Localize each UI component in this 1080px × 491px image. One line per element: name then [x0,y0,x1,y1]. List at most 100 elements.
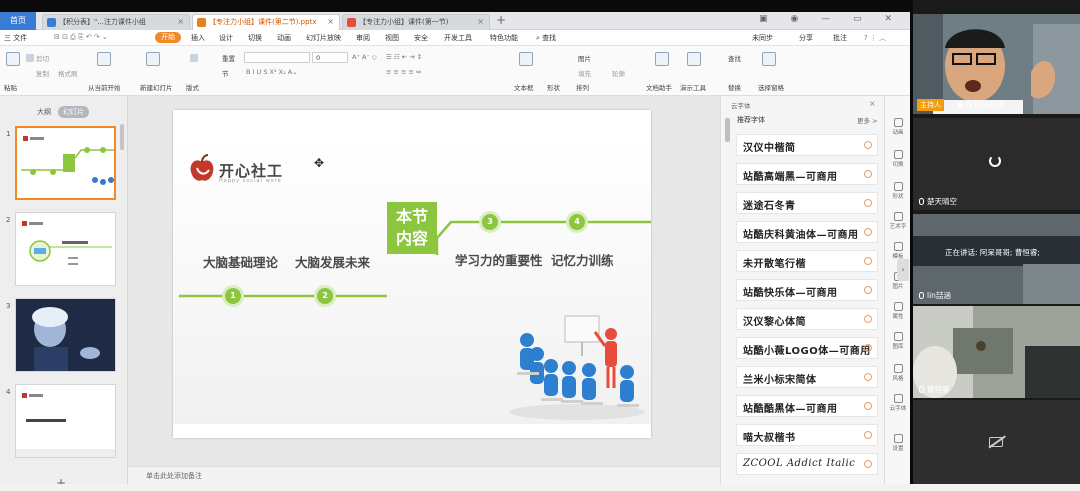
add-tab-button[interactable]: + [496,13,506,27]
share-button[interactable]: 分享 [799,33,813,43]
reset-button[interactable]: 重置 [222,53,235,63]
menu-review[interactable]: 审阅 [356,33,370,43]
presentation-tools-icon[interactable] [687,52,701,66]
font-size-select[interactable]: 0 [312,52,348,63]
tab-outline[interactable]: 大纲 [32,106,56,118]
menu-security[interactable]: 安全 [414,33,428,43]
doc-tab-lesson-2[interactable]: 【专注力小组】课件(第二节).pptx × [192,14,340,30]
side-tool-settings[interactable]: 设置 [885,434,910,452]
video-tile-participant-4[interactable]: 曹恒睿 [913,306,1080,398]
side-tool-cloud-font[interactable]: 云字体 [885,394,910,412]
presentation-tools-button[interactable]: 演示工具 [680,82,706,92]
side-tool-wordart[interactable]: 艺术字 [885,212,910,230]
font-item[interactable]: ZCOOL Addict Italic [736,453,878,475]
font-grow-shrink[interactable]: A⁺ A⁻ ◇ [352,53,377,61]
download-icon[interactable] [864,286,872,294]
font-name-select[interactable] [244,52,310,63]
font-item[interactable]: 站酷酷黑体—可商用 [736,395,878,417]
close-icon[interactable]: × [477,15,484,29]
download-icon[interactable] [864,402,872,410]
copy-button[interactable]: 复制 [36,68,49,78]
download-icon[interactable] [864,460,872,468]
close-icon[interactable]: × [327,15,334,29]
font-item[interactable]: 兰米小标宋简体 [736,366,878,388]
sync-status[interactable]: 未同步 [752,33,773,43]
layout-button[interactable]: 版式 [186,82,199,92]
slide-thumbnail-3[interactable] [15,298,116,372]
picture-button[interactable]: 图片 [578,53,591,63]
menu-slideshow[interactable]: 幻灯片放映 [306,33,341,43]
more-fonts-link[interactable]: 更多 > [857,115,878,125]
window-controls[interactable]: ▣ ◉ — ▭ ✕ [759,14,902,24]
download-icon[interactable] [864,344,872,352]
add-slide-button[interactable]: + [56,476,66,484]
cut-icon[interactable] [26,54,34,62]
paragraph-buttons[interactable]: ☰ ☷ ⇤ ⇥ ↕ [386,53,422,61]
download-icon[interactable] [864,257,872,265]
fill-button[interactable]: 填充 [578,68,591,78]
close-icon[interactable]: × [177,15,184,29]
download-icon[interactable] [864,141,872,149]
doc-tab-lesson-1[interactable]: 【专注力小组】课件(第一节) × [342,14,490,30]
download-icon[interactable] [864,315,872,323]
new-slide-icon[interactable] [146,52,160,66]
side-tool-transition[interactable]: 切换 [885,150,910,168]
close-icon[interactable]: × [869,99,876,108]
font-item[interactable]: 未开散笔行楷 [736,250,878,272]
play-from-current-icon[interactable] [97,52,111,66]
download-icon[interactable] [864,170,872,178]
select-pane-button[interactable]: 选择窗格 [758,82,784,92]
comment-button[interactable]: 批注 [833,33,847,43]
text-format-buttons[interactable]: B I U S X² X₂ A⌄ [246,68,298,76]
menu-transition[interactable]: 切换 [248,33,262,43]
side-tool-animation[interactable]: 动画 [885,118,910,136]
font-item[interactable]: 迷途石冬青 [736,192,878,214]
slide-thumbnail-2[interactable] [15,212,116,286]
font-item[interactable]: 喵大叔楷书 [736,424,878,446]
cut-button[interactable]: 剪切 [36,53,49,63]
new-slide-button[interactable]: 新建幻灯片 [140,82,173,92]
tab-slides[interactable]: 幻灯片 [58,106,89,118]
font-item[interactable]: 汉仪中楷简 [736,134,878,156]
section-button[interactable]: 节 [222,68,229,78]
replace-button[interactable]: 替换 [728,82,741,92]
notes-bar[interactable]: 单击此处添加备注 [128,466,720,484]
find-button[interactable]: 查找 [728,53,741,63]
font-item[interactable]: 汉仪黎心体简 [736,308,878,330]
menu-start[interactable]: 开始 [155,32,181,43]
menu-animation[interactable]: 动画 [277,33,291,43]
paste-icon[interactable] [6,52,20,66]
side-tool-style[interactable]: 风格 [885,364,910,382]
file-menu[interactable]: 三 文件 [4,33,27,43]
arrange-button[interactable]: 排列 [576,82,589,92]
shape-button[interactable]: 形状 [547,82,560,92]
download-icon[interactable] [864,228,872,236]
textbox-icon[interactable] [519,52,533,66]
menu-insert[interactable]: 插入 [191,33,205,43]
doc-assistant-icon[interactable] [655,52,669,66]
download-icon[interactable] [864,199,872,207]
font-panel-scrollbar[interactable] [725,118,730,142]
from-current-button[interactable]: 从当前开始 [88,82,121,92]
font-item[interactable]: 站酷庆科黄油体—可商用 [736,221,878,243]
help-icons[interactable]: ? ⋮ ︿ [864,33,886,43]
textbox-button[interactable]: 文本框 [514,82,534,92]
font-item[interactable]: 站酷高端黑—可商用 [736,163,878,185]
doc-tab-score-sheet[interactable]: 【积分表】"...注力课件小组 × [42,14,190,30]
font-item[interactable]: 站酷小薇LOGO体—可商用 [736,337,878,359]
menu-view[interactable]: 视图 [385,33,399,43]
slide-thumbnail-1[interactable] [15,126,116,200]
outline-button[interactable]: 轮廓 [612,68,625,78]
quick-access-icons[interactable]: ⊟ ⊡ ⎙ ⎘ ↶ ↷ ⌄ [54,33,108,42]
home-tab[interactable]: 首页 [0,12,36,30]
menu-design[interactable]: 设计 [219,33,233,43]
menu-special[interactable]: 特色功能 [490,33,518,43]
side-tool-properties[interactable]: 属性 [885,302,910,320]
download-icon[interactable] [864,431,872,439]
font-item[interactable]: 站酷快乐体—可商用 [736,279,878,301]
doc-assistant-button[interactable]: 文档助手 [646,82,672,92]
download-icon[interactable] [864,373,872,381]
slide-thumbnail-4[interactable] [15,384,116,458]
video-tile-participant-3[interactable]: lin喆涵 [913,214,1080,304]
chevron-right-icon[interactable]: › [897,259,909,281]
